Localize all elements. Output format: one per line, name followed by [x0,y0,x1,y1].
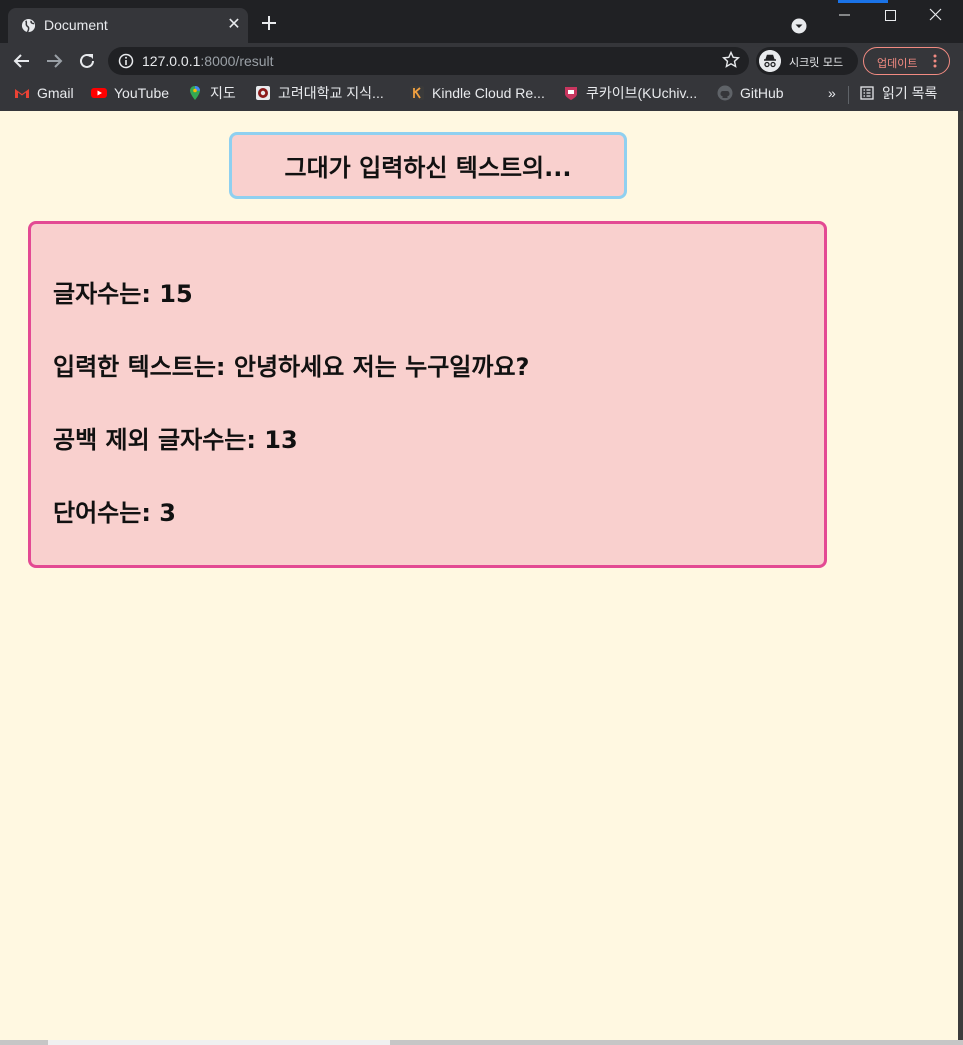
forward-arrow-icon[interactable] [43,50,65,72]
bookmark-label: Gmail [37,85,74,101]
maps-icon [190,86,200,100]
back-arrow-icon[interactable] [11,50,33,72]
update-button[interactable]: 업데이트 [863,47,950,75]
bookmark-kindle[interactable]: Kindle Cloud Re... [409,79,545,107]
incognito-label: 시크릿 모드 [789,56,844,69]
reading-list-icon [860,86,874,100]
bookmark-label: 고려대학교 지식... [278,85,384,101]
bookmark-label: YouTube [114,85,170,101]
korea-univ-icon [256,86,270,100]
tab-search-icon[interactable] [791,18,807,34]
result-box: 글자수는: 15 입력한 텍스트는: 안녕하세요 저는 누구일까요? 공백 제외… [28,221,827,568]
globe-icon [21,18,36,33]
bookmark-korea-univ[interactable]: 고려대학교 지식... [255,79,384,107]
youtube-icon [91,88,107,98]
window-right-edge [958,111,963,1040]
window-close-icon[interactable] [913,0,959,30]
word-count-line: 단어수는: 3 [53,499,176,527]
github-icon [717,85,733,101]
tab-strip: Document ✕ [0,0,963,43]
reload-icon[interactable] [76,50,98,72]
incognito-indicator[interactable]: 시크릿 모드 [756,47,858,75]
maximize-icon[interactable] [868,0,914,30]
kindle-icon [410,86,424,100]
browser-toolbar: 127.0.0.1:8000/result 시크릿 모드 업데이트 [0,43,963,79]
result-title-box: 그대가 입력하신 텍스트의... [229,132,627,199]
menu-dots-icon[interactable] [932,53,938,69]
reading-list-button[interactable]: 읽기 목록 [859,79,937,107]
minimize-icon[interactable] [822,0,868,30]
incognito-icon [759,50,781,72]
bookmark-label: Kindle Cloud Re... [432,85,545,101]
taskbar-strip [0,1040,963,1045]
address-bar[interactable]: 127.0.0.1:8000/result [108,47,749,75]
new-tab-icon[interactable] [260,14,278,32]
char-count-line: 글자수는: 15 [53,280,193,308]
info-icon[interactable] [118,53,134,69]
input-text-line: 입력한 텍스트는: 안녕하세요 저는 누구일까요? [53,353,530,381]
bookmark-github[interactable]: GitHub [717,79,784,107]
url-path: :8000/result [200,53,274,69]
bookmark-label: 쿠카이브(KUchiv... [586,85,698,101]
bookmark-label: 지도 [210,85,236,101]
bookmark-gmail[interactable]: Gmail [14,79,74,107]
gmail-icon [15,89,29,98]
bookmarks-bar: Gmail YouTube 지도 고려대학교 지식... Kindle Clou… [0,79,963,111]
more-bookmarks-button[interactable]: » [828,79,836,107]
bookmarks-divider [848,86,849,104]
taskbar-segment [48,1040,390,1045]
url-text[interactable]: 127.0.0.1:8000/result [142,53,274,69]
update-label: 업데이트 [877,57,918,70]
bookmark-star-icon[interactable] [722,51,740,69]
bookmark-maps[interactable]: 지도 [187,79,236,107]
page-title: 그대가 입력하신 텍스트의... [284,154,572,182]
page-content: 그대가 입력하신 텍스트의... 글자수는: 15 입력한 텍스트는: 안녕하세… [0,111,958,1040]
tab-close-icon[interactable]: ✕ [226,16,242,32]
more-bookmarks-icon: » [828,85,836,101]
reading-list-label: 읽기 목록 [882,85,938,101]
char-count-no-space-line: 공백 제외 글자수는: 13 [53,426,298,454]
bookmark-kuchive[interactable]: 쿠카이브(KUchiv... [563,79,697,107]
tab-document[interactable]: Document ✕ [8,8,248,43]
kuchive-icon [565,87,577,100]
tab-title: Document [44,17,108,33]
bookmark-youtube[interactable]: YouTube [91,79,169,107]
url-host: 127.0.0.1 [142,53,201,69]
bookmark-label: GitHub [740,85,784,101]
